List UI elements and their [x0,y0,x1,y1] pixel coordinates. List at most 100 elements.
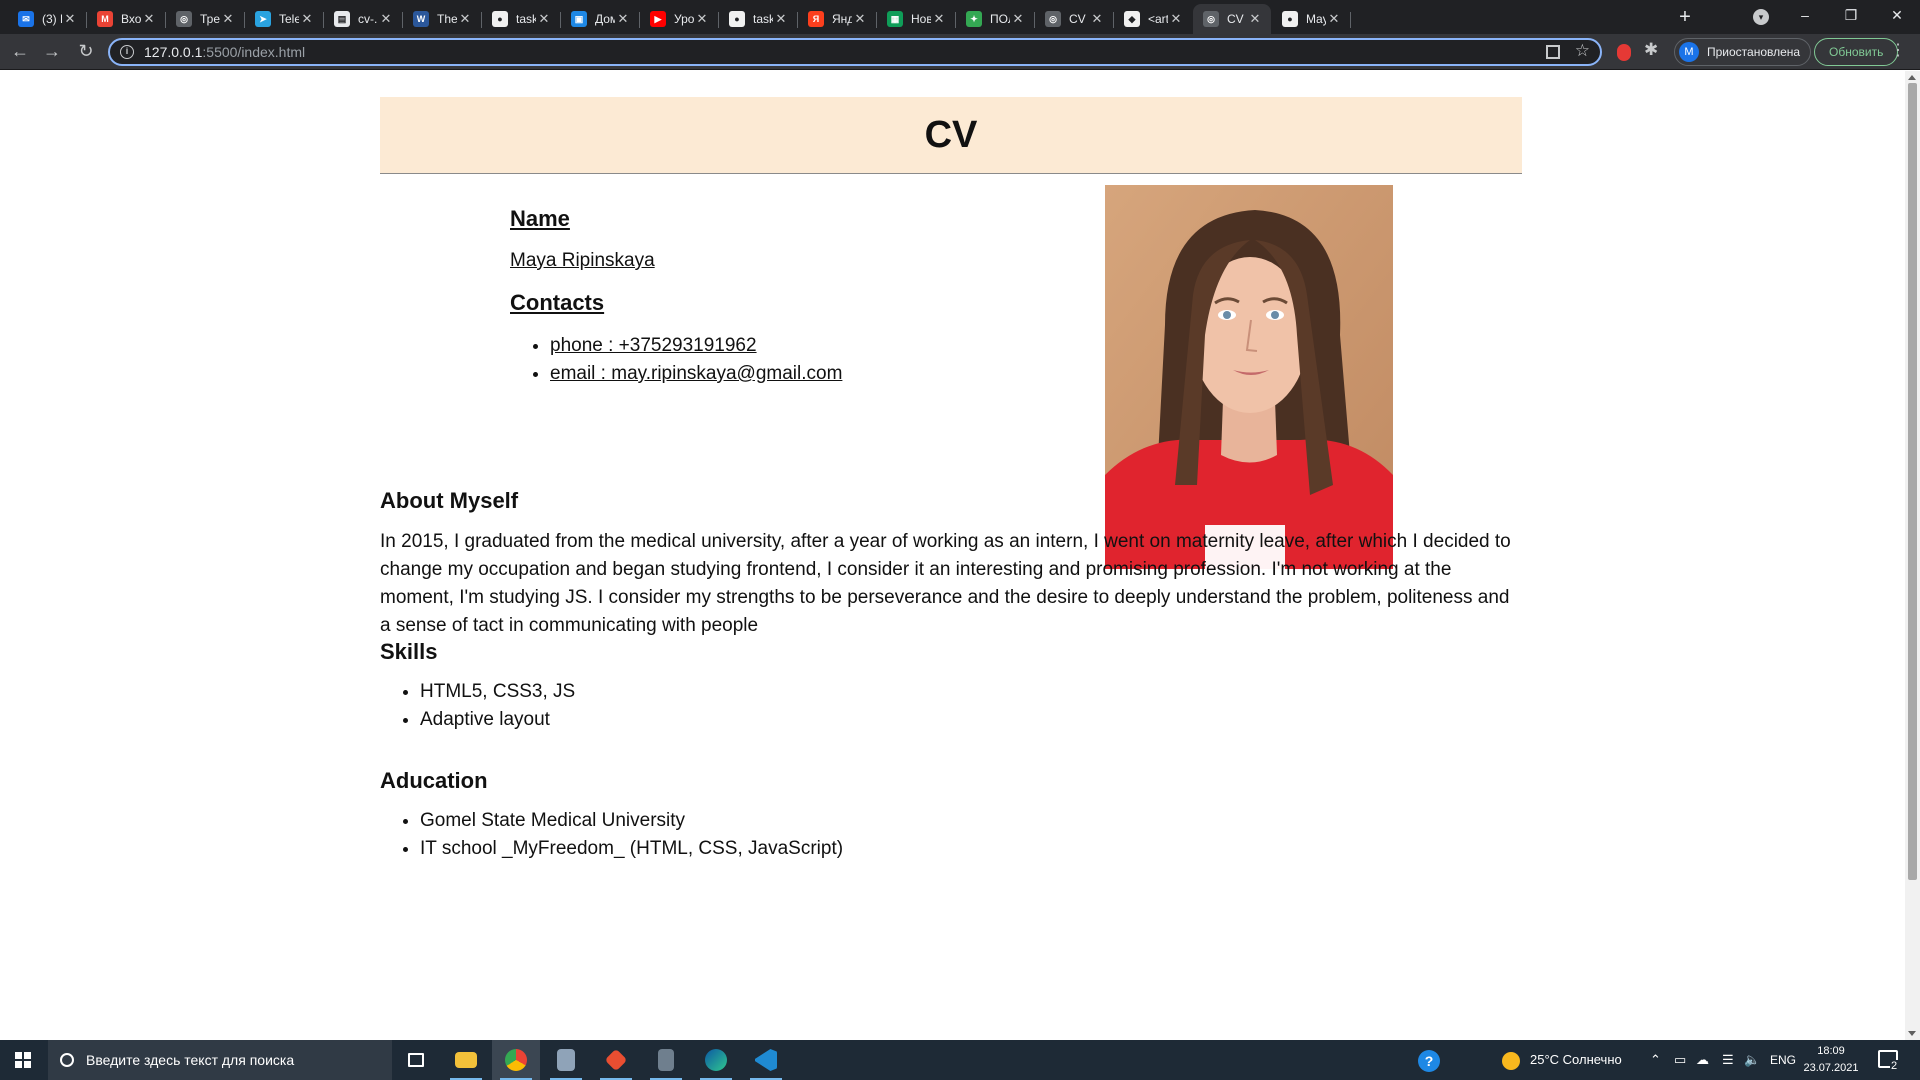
close-tab-icon[interactable]: ✕ [378,11,394,27]
close-tab-icon[interactable]: ✕ [141,11,157,27]
weather-sun-icon[interactable] [1502,1040,1520,1080]
calculator-app-icon[interactable] [642,1040,690,1080]
site-info-icon[interactable]: i [120,45,134,59]
onedrive-cloud-icon[interactable]: ☁ [1696,1040,1709,1080]
browser-tab[interactable]: ✉ (3) Входящие✕ [8,4,86,34]
phone-link[interactable]: phone : +375293191962 [550,335,757,356]
extensions-puzzle-icon[interactable]: ✱ [1644,40,1658,60]
task-view-icon[interactable] [392,1040,440,1080]
close-tab-icon[interactable]: ✕ [1247,11,1263,27]
close-tab-icon[interactable]: ✕ [536,11,552,27]
list-item: Adaptive layout [420,706,575,734]
close-tab-icon[interactable]: ✕ [852,11,868,27]
close-tab-icon[interactable]: ✕ [1168,11,1184,27]
tab-title: Требования [200,12,220,26]
address-url[interactable]: 127.0.0.1:5500/index.html [144,44,305,60]
browser-tab[interactable]: ▦ Новая✕ [877,4,955,34]
tab-title: The Web [437,12,457,26]
close-tab-icon[interactable]: ✕ [1010,11,1026,27]
scroll-down-arrow-icon[interactable] [1908,1031,1916,1036]
close-tab-icon[interactable]: ✕ [773,11,789,27]
browser-tab[interactable]: ▤ cv-...✕ [324,4,402,34]
browser-tab[interactable]: ▣ Домашка✕ [561,4,639,34]
search-icon [60,1053,74,1067]
update-button[interactable]: Обновить [1814,38,1899,66]
close-tab-icon[interactable]: ✕ [694,11,710,27]
system-clock[interactable]: 18:09 23.07.2021 [1802,1043,1860,1077]
calculator-icon[interactable] [542,1040,590,1080]
forward-arrow-icon[interactable]: → [38,38,66,66]
bookmark-star-icon[interactable]: ☆ [1575,41,1590,61]
menu-kebab-icon[interactable]: ⋮ [1890,40,1906,60]
chrome-icon[interactable] [492,1040,540,1080]
qr-code-icon[interactable] [1546,45,1560,59]
close-tab-icon[interactable]: ✕ [1089,11,1105,27]
address-bar[interactable]: i 127.0.0.1:5500/index.html ☆ [108,38,1602,66]
wifi-icon[interactable]: ☰ [1722,1040,1734,1080]
restore-button[interactable]: ❐ [1828,0,1874,34]
close-tab-icon[interactable]: ✕ [299,11,315,27]
taskbar-search[interactable]: Введите здесь текст для поиска [48,1040,392,1080]
start-button[interactable] [0,1040,48,1080]
browser-tab[interactable]: ◆ <article>✕ [1114,4,1192,34]
battery-icon[interactable]: ▭ [1674,1040,1686,1080]
clock-time: 18:09 [1817,1045,1845,1057]
browser-tab[interactable]: ✦ ПОЛУЧ...✕ [956,4,1034,34]
close-tab-icon[interactable]: ✕ [457,11,473,27]
minimize-button[interactable]: – [1782,0,1828,34]
name-link[interactable]: Maya Ripinskaya [510,250,1070,272]
profile-button[interactable]: M Приостановлена [1674,38,1812,66]
git-icon[interactable] [592,1040,640,1080]
edge-icon[interactable] [692,1040,740,1080]
scrollbar-thumb[interactable] [1908,83,1917,880]
list-item: phone : +375293191962 [550,332,1070,360]
telegram-icon: ➤ [255,11,271,27]
close-tab-icon[interactable]: ✕ [931,11,947,27]
vscode-icon[interactable] [742,1040,790,1080]
tab-title: Яндекс [832,12,852,26]
browser-tab[interactable]: ◎ Требования✕ [166,4,244,34]
github-icon: ● [1282,11,1298,27]
browser-tab[interactable]: Я Яндекс✕ [798,4,876,34]
tab-title: Домашка [595,12,615,26]
volume-icon[interactable]: 🔈 [1744,1040,1760,1080]
search-placeholder: Введите здесь текст для поиска [86,1052,295,1068]
skills-list: HTML5, CSS3, JS Adaptive layout [420,678,575,734]
reload-icon[interactable]: ↻ [72,38,100,66]
globe-icon: ◎ [1045,11,1061,27]
extension-red-icon[interactable] [1617,44,1631,61]
browser-tab[interactable]: M Входящие✕ [87,4,165,34]
browser-tab[interactable]: ● tasks/...✕ [482,4,560,34]
browser-tab[interactable]: ◎ CV ✕ [1193,4,1271,34]
close-tab-icon[interactable]: ✕ [62,11,78,27]
chevron-up-icon[interactable]: ⌃ [1650,1040,1661,1080]
browser-tab[interactable]: W The Web✕ [403,4,481,34]
browser-tab[interactable]: ● tasks/...✕ [719,4,797,34]
close-tab-icon[interactable]: ✕ [615,11,631,27]
browser-tab[interactable]: ➤ Telegram✕ [245,4,323,34]
scroll-up-arrow-icon[interactable] [1908,75,1916,80]
education-list: Gomel State Medical University IT school… [420,807,843,863]
weather-text[interactable]: 25°C Солнечно [1530,1040,1622,1080]
clock-date: 23.07.2021 [1803,1062,1859,1074]
new-tab-button[interactable]: + [1672,5,1698,31]
tab-title: <article> [1148,12,1168,26]
browser-tab[interactable]: ● Maya...✕ [1272,4,1350,34]
tab-title: ПОЛУЧ... [990,12,1010,26]
tab-search-icon[interactable]: ▾ [1753,9,1769,25]
browser-tab[interactable]: ▶ Урок✕ [640,4,718,34]
close-tab-icon[interactable]: ✕ [1326,11,1342,27]
page-viewport: CV Name Maya Ripinskaya Contacts phone :… [0,71,1905,1040]
file-explorer-icon[interactable] [442,1040,490,1080]
browser-toolbar: ← → ↻ i 127.0.0.1:5500/index.html ☆ [0,34,1920,70]
help-icon[interactable]: ? [1418,1040,1440,1080]
close-window-button[interactable]: ✕ [1874,0,1920,34]
language-indicator[interactable]: ENG [1770,1040,1796,1080]
browser-tab[interactable]: ◎ CV ✕ [1035,4,1113,34]
page-scrollbar[interactable] [1905,71,1920,1040]
close-tab-icon[interactable]: ✕ [220,11,236,27]
article-icon: ◆ [1124,11,1140,27]
back-arrow-icon[interactable]: ← [6,38,34,66]
email-link[interactable]: email : may.ripinskaya@gmail.com [550,363,842,384]
yandex-icon: Я [808,11,824,27]
